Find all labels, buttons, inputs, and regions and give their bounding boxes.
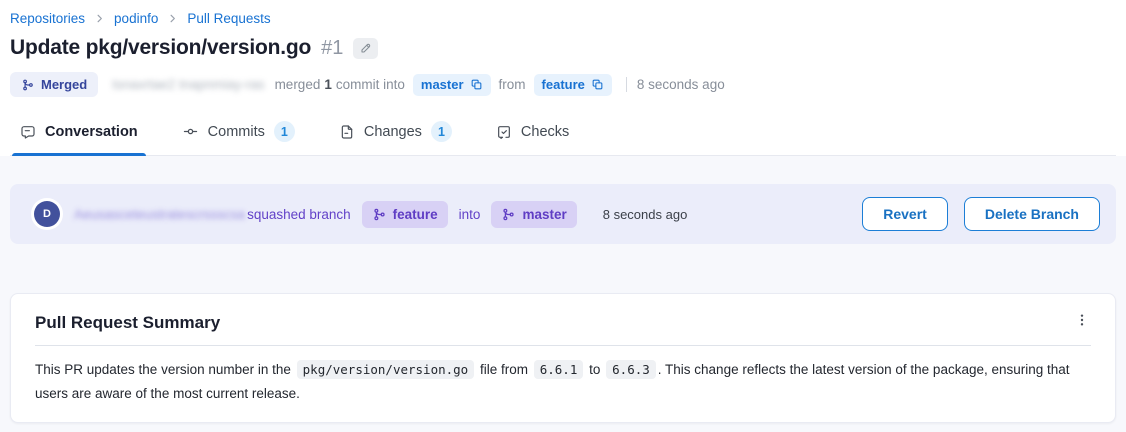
breadcrumb-repositories[interactable]: Repositories xyxy=(10,11,85,26)
chevron-right-icon xyxy=(167,13,178,24)
banner-action-text: squashed branch xyxy=(247,207,351,222)
checklist-icon xyxy=(496,124,512,140)
banner-timestamp: 8 seconds ago xyxy=(603,207,688,222)
tab-bar: Conversation Commits 1 Changes 1 Checks xyxy=(10,113,1116,156)
inline-code: 6.6.1 xyxy=(534,360,584,379)
breadcrumb-podinfo[interactable]: podinfo xyxy=(114,11,158,26)
chevron-right-icon xyxy=(94,13,105,24)
merge-action-post: commit into xyxy=(336,77,405,92)
tab-conversation[interactable]: Conversation xyxy=(20,113,138,155)
merge-action-pre: merged xyxy=(275,77,321,92)
pull-request-summary-card: Pull Request Summary This PR updates the… xyxy=(10,293,1116,423)
breadcrumb: Repositories podinfo Pull Requests xyxy=(10,10,1116,27)
git-merge-icon xyxy=(21,78,35,92)
tab-commits[interactable]: Commits 1 xyxy=(182,113,295,155)
git-branch-icon xyxy=(501,207,516,222)
target-branch-label: master xyxy=(421,77,464,92)
tab-checks[interactable]: Checks xyxy=(496,113,569,155)
source-branch-tag[interactable]: feature xyxy=(362,201,448,228)
pr-number: #1 xyxy=(321,37,343,60)
summary-title: Pull Request Summary xyxy=(35,313,1091,333)
git-branch-icon xyxy=(372,207,387,222)
divider xyxy=(35,345,1091,346)
body-text: file from xyxy=(476,362,532,377)
merged-event-banner: D Aeusasceteustratescrssscsa squashed br… xyxy=(10,184,1116,244)
breadcrumb-pull-requests[interactable]: Pull Requests xyxy=(187,11,270,26)
tab-changes[interactable]: Changes 1 xyxy=(339,113,452,155)
edit-title-button[interactable] xyxy=(353,38,378,59)
pencil-icon xyxy=(360,42,372,54)
page-title: Update pkg/version/version.go xyxy=(10,36,311,60)
status-badge: Merged xyxy=(10,72,98,97)
divider xyxy=(626,77,627,92)
file-diff-icon xyxy=(339,124,355,140)
merge-meta-row: Merged tsnaxrtae2 tnapnmiay-ras merged 1… xyxy=(10,72,1116,97)
inline-code: pkg/version/version.go xyxy=(297,360,475,379)
merge-timestamp: 8 seconds ago xyxy=(637,77,725,92)
into-label: into xyxy=(459,207,481,222)
author-name-redacted: tsnaxrtae2 tnapnmiay-ras xyxy=(112,77,264,92)
source-branch-chip[interactable]: feature xyxy=(534,74,612,96)
target-branch-label: master xyxy=(522,207,566,222)
author-name-redacted: Aeusasceteustratescrssscsa xyxy=(74,207,245,222)
card-menu-button[interactable] xyxy=(1071,308,1093,332)
body-text: to xyxy=(585,362,604,377)
avatar[interactable]: D xyxy=(34,201,60,227)
comment-icon xyxy=(20,124,36,140)
summary-body: This PR updates the version number in th… xyxy=(35,358,1091,406)
target-branch-chip[interactable]: master xyxy=(413,74,491,96)
tab-label: Changes xyxy=(364,124,422,140)
source-branch-label: feature xyxy=(542,77,585,92)
commit-count: 1 xyxy=(324,77,332,92)
target-branch-tag[interactable]: master xyxy=(491,201,576,228)
page-header: Repositories podinfo Pull Requests Updat… xyxy=(0,0,1126,156)
inline-code: 6.6.3 xyxy=(606,360,656,379)
tab-count-badge: 1 xyxy=(274,121,295,142)
title-row: Update pkg/version/version.go #1 xyxy=(10,35,1116,61)
delete-branch-button[interactable]: Delete Branch xyxy=(964,197,1100,231)
status-badge-label: Merged xyxy=(41,77,87,92)
tab-count-badge: 1 xyxy=(431,121,452,142)
body-text: This PR updates the version number in th… xyxy=(35,362,295,377)
copy-icon[interactable] xyxy=(591,78,604,91)
commit-icon xyxy=(182,123,199,140)
copy-icon[interactable] xyxy=(470,78,483,91)
tab-label: Checks xyxy=(521,124,569,140)
revert-button[interactable]: Revert xyxy=(862,197,948,231)
from-label: from xyxy=(499,77,526,92)
conversation-panel: D Aeusasceteustratescrssscsa squashed br… xyxy=(0,156,1126,432)
tab-label: Conversation xyxy=(45,124,138,140)
tab-label: Commits xyxy=(208,124,265,140)
source-branch-label: feature xyxy=(393,207,438,222)
kebab-menu-icon xyxy=(1074,312,1090,328)
